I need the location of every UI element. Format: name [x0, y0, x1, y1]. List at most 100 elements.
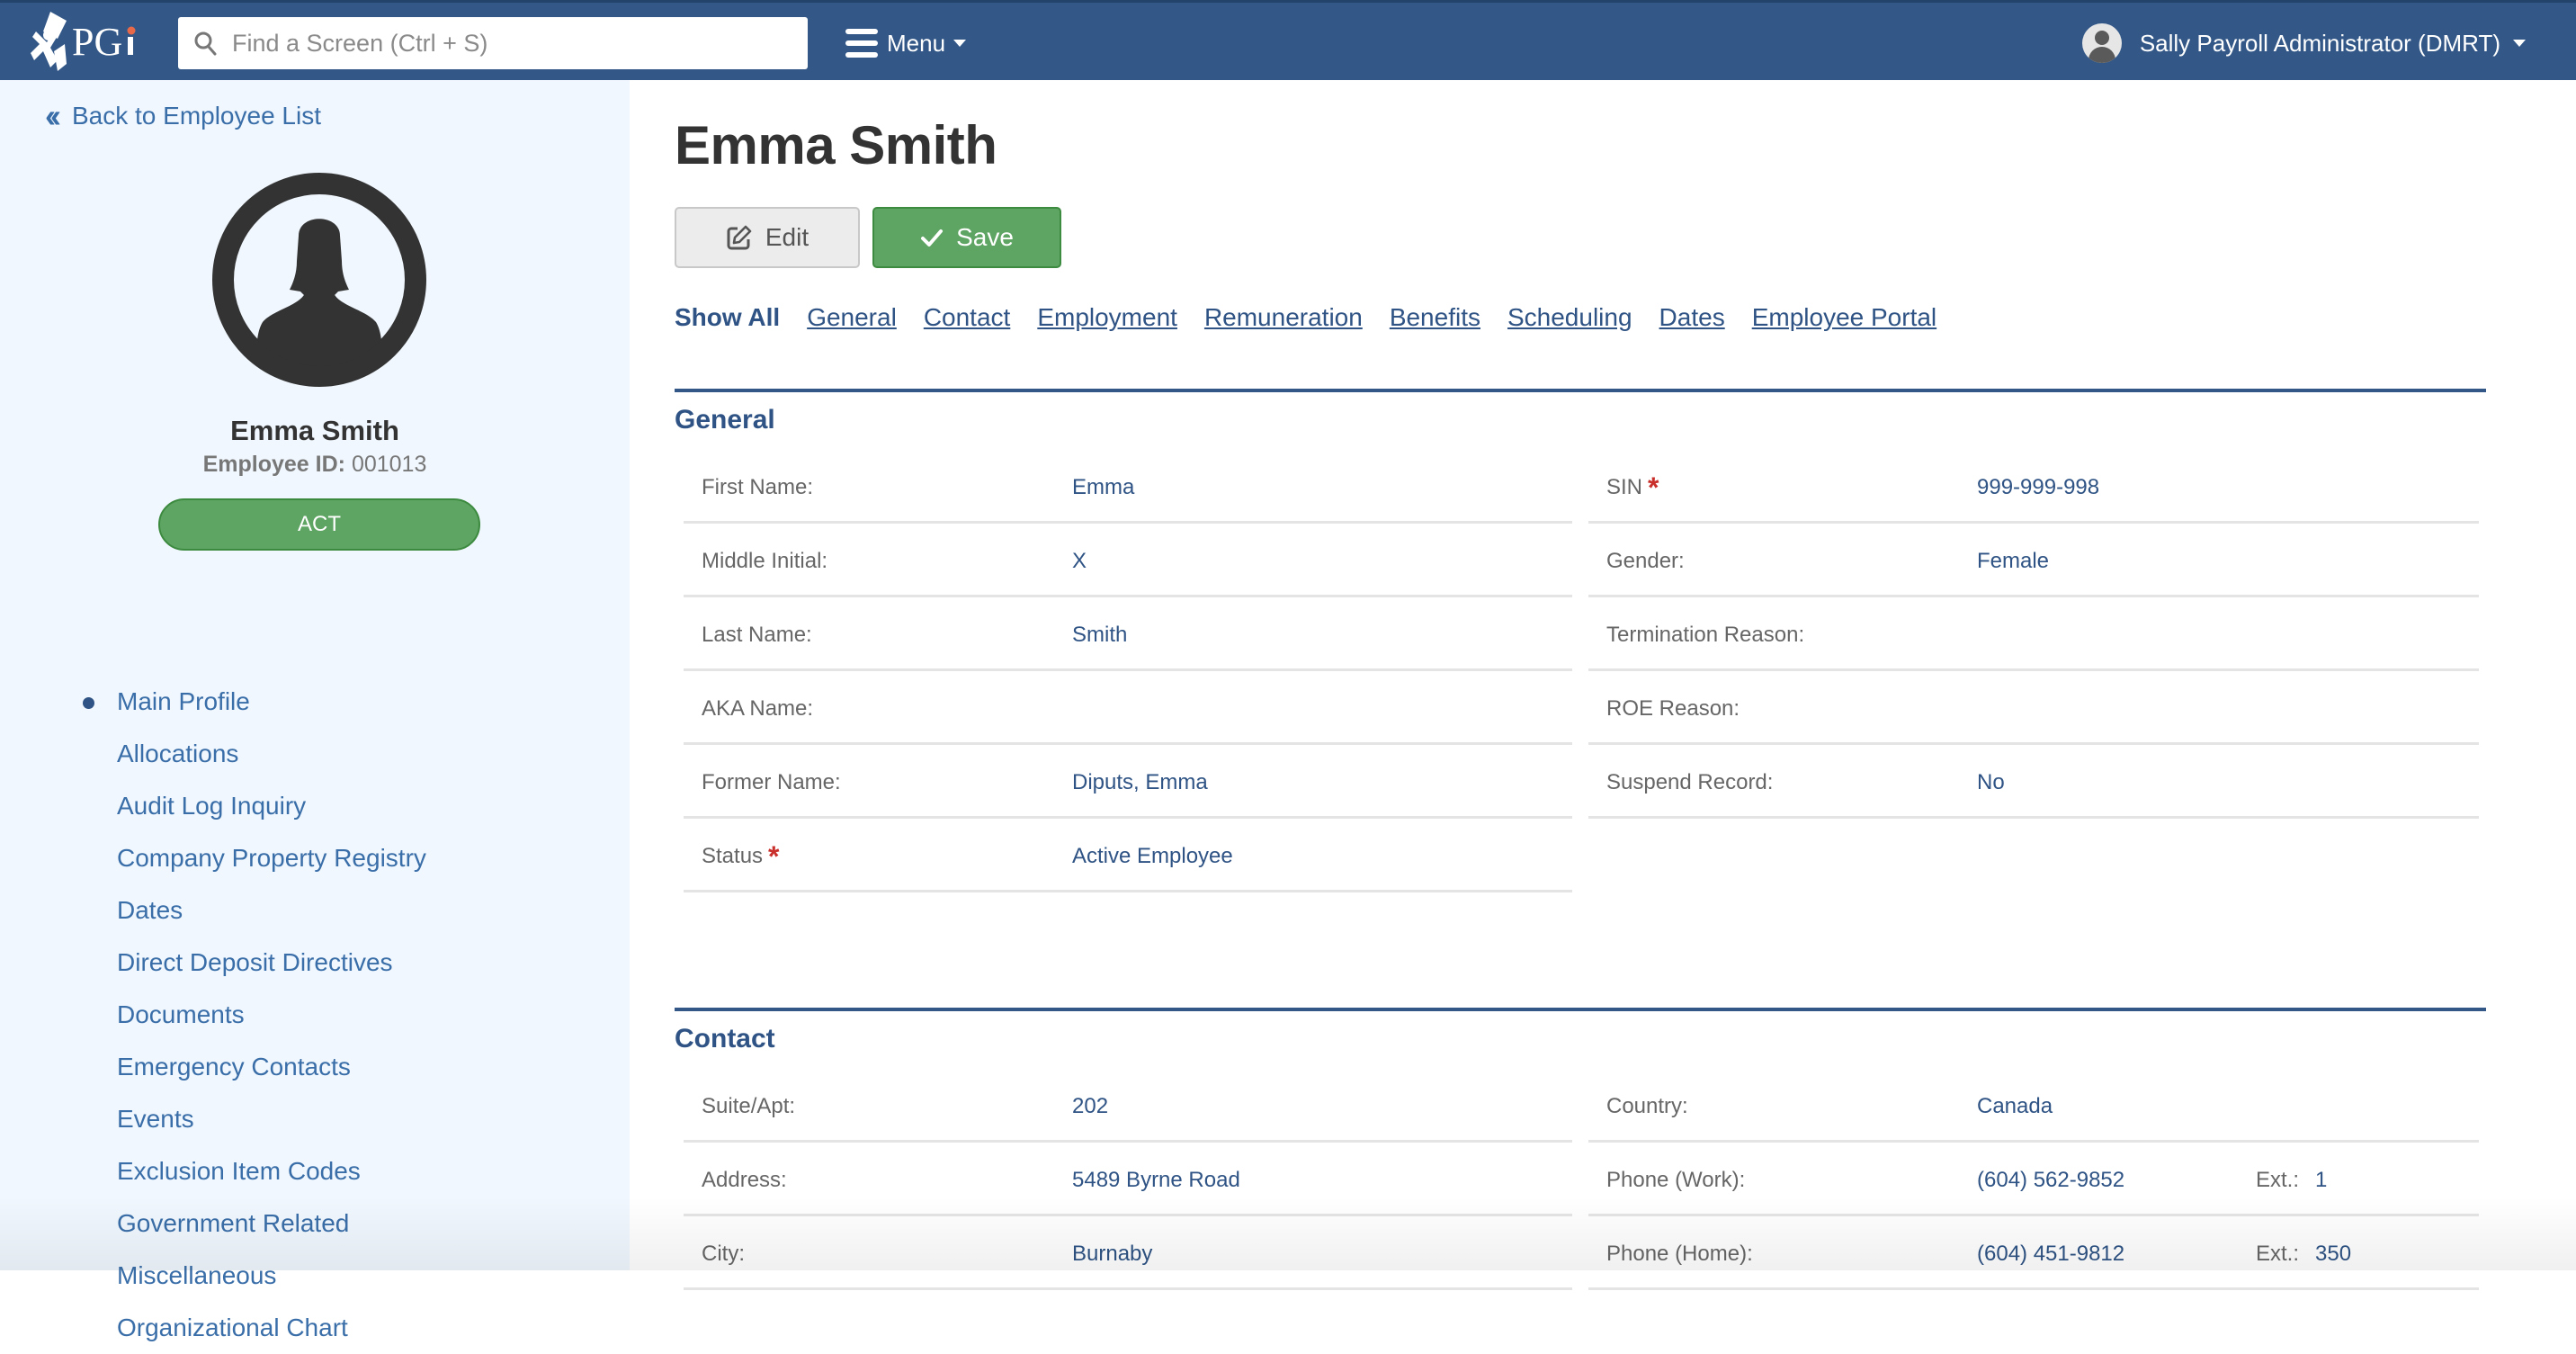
field-label: Country: — [1606, 1094, 1688, 1118]
suspend-record-value[interactable]: No — [1977, 770, 2005, 795]
field-roe-reason: ROE Reason: — [1588, 671, 2479, 745]
status-label: Status — [702, 844, 764, 868]
employee-status-badge[interactable]: ACT — [158, 498, 480, 551]
former-name-value[interactable]: Diputs, Emma — [1072, 770, 1208, 795]
field-label: City: — [702, 1242, 745, 1266]
tab-dates[interactable]: Dates — [1659, 303, 1725, 332]
ext-label: Ext.: — [2256, 1168, 2300, 1192]
field-suspend-record: Suspend Record: No — [1588, 745, 2479, 819]
section-divider — [675, 1008, 2486, 1011]
save-button[interactable]: Save — [872, 207, 1061, 268]
field-city: City: Burnaby — [684, 1216, 1572, 1290]
find-screen-search[interactable] — [178, 17, 808, 69]
sin-label: SIN — [1606, 475, 1643, 499]
main-menu-button[interactable]: Menu — [845, 22, 967, 64]
last-name-value[interactable]: Smith — [1072, 623, 1127, 648]
sidebar-item-events[interactable]: Events — [0, 1093, 426, 1145]
field-label: First Name: — [702, 475, 814, 499]
field-gender: Gender: Female — [1588, 524, 2479, 597]
suite-apt-value[interactable]: 202 — [1072, 1094, 1108, 1119]
field-label: Status * — [702, 842, 780, 871]
field-label: Termination Reason: — [1606, 623, 1805, 647]
edit-button[interactable]: Edit — [675, 207, 860, 268]
user-menu[interactable]: Sally Payroll Administrator (DMRT) — [2081, 21, 2526, 66]
sin-value[interactable]: 999-999-998 — [1977, 475, 2099, 500]
tab-remuneration[interactable]: Remuneration — [1204, 303, 1363, 332]
menu-label: Menu — [887, 29, 946, 57]
field-phone-work: Phone (Work): (604) 562-9852 Ext.: 1 — [1588, 1143, 2479, 1216]
field-former-name: Former Name: Diputs, Emma — [684, 745, 1572, 819]
employee-photo-placeholder — [212, 173, 426, 387]
field-label: Phone (Home): — [1606, 1242, 1753, 1266]
tab-employee-portal[interactable]: Employee Portal — [1752, 303, 1936, 332]
tab-show-all[interactable]: Show All — [675, 303, 780, 332]
sidebar-item-allocations[interactable]: Allocations — [0, 728, 426, 780]
phone-home-value[interactable]: (604) 451-9812 — [1977, 1242, 2124, 1267]
field-label: Last Name: — [702, 623, 812, 647]
phone-home-ext-value[interactable]: 350 — [2315, 1242, 2351, 1267]
sidebar-item-documents[interactable]: Documents — [0, 989, 426, 1041]
sidebar-item-main-profile[interactable]: Main Profile — [0, 676, 426, 728]
edit-label: Edit — [765, 223, 809, 251]
contact-left-column: Suite/Apt: 202 Address: 5489 Byrne Road … — [684, 1069, 1572, 1290]
first-name-value[interactable]: Emma — [1072, 475, 1134, 500]
country-value[interactable]: Canada — [1977, 1094, 2053, 1119]
tab-contact[interactable]: Contact — [924, 303, 1011, 332]
user-avatar-icon — [2081, 23, 2122, 63]
phone-work-value[interactable]: (604) 562-9852 — [1977, 1168, 2124, 1193]
hamburger-icon — [845, 29, 878, 58]
status-value[interactable]: Active Employee — [1072, 844, 1233, 869]
user-name: Sally Payroll Administrator (DMRT) — [2139, 29, 2500, 57]
required-asterisk: * — [1648, 471, 1659, 504]
field-sin: SIN * 999-999-998 — [1588, 450, 2479, 524]
sidebar-item-direct-deposit-directives[interactable]: Direct Deposit Directives — [0, 937, 426, 989]
field-label: ROE Reason: — [1606, 696, 1740, 721]
caret-down-icon — [2513, 40, 2526, 47]
tab-benefits[interactable]: Benefits — [1390, 303, 1480, 332]
search-icon — [178, 31, 232, 56]
double-chevron-left-icon: ‹‹ — [45, 97, 61, 134]
sidebar-item-dates[interactable]: Dates — [0, 884, 426, 937]
field-label: SIN * — [1606, 473, 1659, 502]
sidebar-item-miscellaneous[interactable]: Miscellaneous — [0, 1250, 426, 1302]
sidebar-item-company-property-registry[interactable]: Company Property Registry — [0, 832, 426, 884]
field-country: Country: Canada — [1588, 1069, 2479, 1143]
middle-initial-value[interactable]: X — [1072, 549, 1087, 574]
caret-down-icon — [953, 40, 967, 47]
main-content: Emma Smith Edit Save Show All General Co… — [630, 80, 2576, 1290]
gender-value[interactable]: Female — [1977, 549, 2049, 574]
logo-text: PG — [72, 20, 122, 64]
pgi-logo[interactable]: PG — [31, 8, 148, 75]
top-navbar: PG Menu Sally Payroll Administrator (DMR… — [0, 0, 2576, 80]
field-last-name: Last Name: Smith — [684, 597, 1572, 671]
required-asterisk: * — [768, 840, 780, 873]
contact-right-column: Country: Canada Phone (Work): (604) 562-… — [1588, 1069, 2479, 1290]
tab-scheduling[interactable]: Scheduling — [1507, 303, 1632, 332]
profile-nav: Main Profile Allocations Audit Log Inqui… — [0, 676, 426, 1354]
city-value[interactable]: Burnaby — [1072, 1242, 1152, 1267]
sidebar-item-emergency-contacts[interactable]: Emergency Contacts — [0, 1041, 426, 1093]
phone-work-ext-value[interactable]: 1 — [2315, 1168, 2327, 1193]
employee-name: Emma Smith — [230, 415, 399, 446]
search-input[interactable] — [232, 29, 790, 58]
section-heading: Contact — [675, 1024, 775, 1054]
field-middle-initial: Middle Initial: X — [684, 524, 1572, 597]
sidebar-item-government-related[interactable]: Government Related — [0, 1197, 426, 1250]
employee-sidebar: ‹‹ Back to Employee List Emma Smith Empl… — [0, 80, 630, 1341]
field-aka-name: AKA Name: — [684, 671, 1572, 745]
address-value[interactable]: 5489 Byrne Road — [1072, 1168, 1240, 1193]
sidebar-item-exclusion-item-codes[interactable]: Exclusion Item Codes — [0, 1145, 426, 1197]
tab-employment[interactable]: Employment — [1037, 303, 1177, 332]
section-tabs: Show All General Contact Employment Remu… — [675, 303, 1963, 332]
employee-id-label: Employee ID: — [202, 452, 345, 477]
back-to-employee-list-link[interactable]: ‹‹ Back to Employee List — [45, 97, 321, 134]
sidebar-item-audit-log-inquiry[interactable]: Audit Log Inquiry — [0, 780, 426, 832]
field-phone-home: Phone (Home): (604) 451-9812 Ext.: 350 — [1588, 1216, 2479, 1290]
ext-label: Ext.: — [2256, 1242, 2300, 1266]
sidebar-item-organizational-chart[interactable]: Organizational Chart — [0, 1302, 426, 1354]
field-termination-reason: Termination Reason: — [1588, 597, 2479, 671]
section-divider — [675, 389, 2486, 392]
field-suite-apt: Suite/Apt: 202 — [684, 1069, 1572, 1143]
tab-general[interactable]: General — [807, 303, 897, 332]
general-section: General First Name: Emma Middle Initial:… — [675, 389, 2486, 892]
